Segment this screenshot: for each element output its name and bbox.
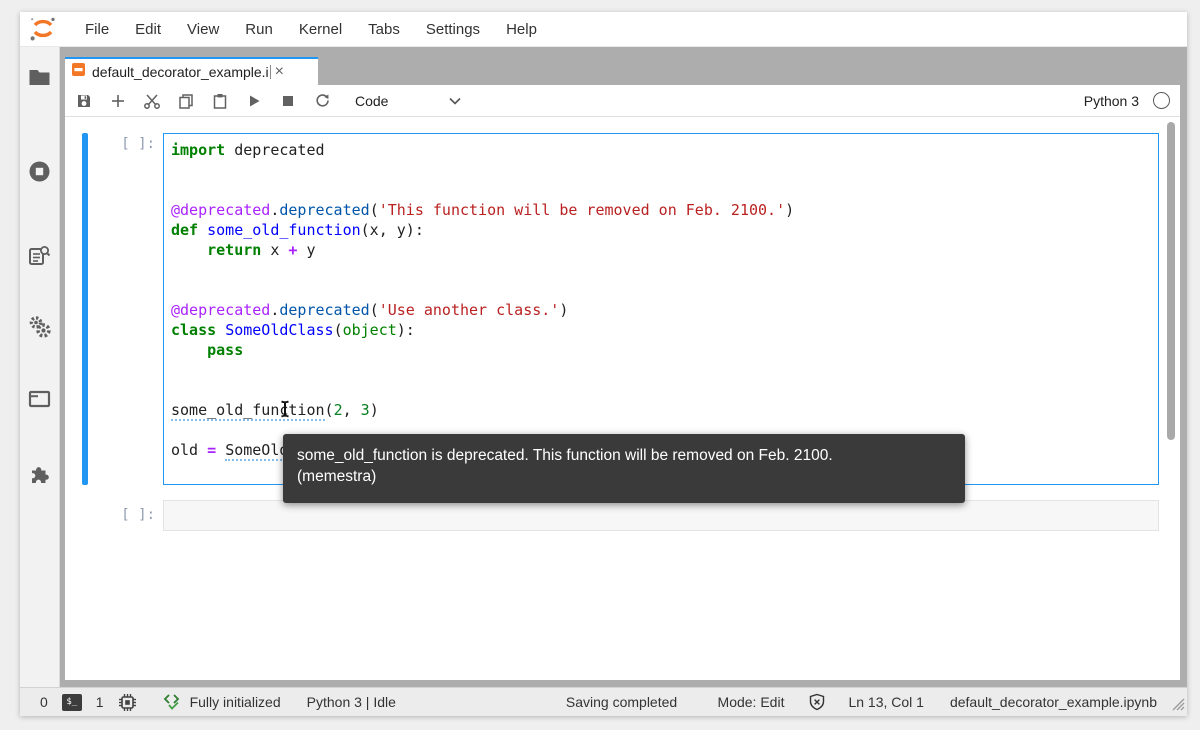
text-cursor-icon <box>279 400 291 418</box>
save-icon[interactable] <box>69 88 99 114</box>
menu-item-file[interactable]: File <box>72 21 122 38</box>
menu-item-view[interactable]: View <box>174 21 232 38</box>
kernel-count: 1 <box>95 694 104 710</box>
status-filename: default_decorator_example.ipynb <box>949 694 1157 710</box>
code-line: pass <box>207 341 244 359</box>
copy-icon[interactable] <box>171 88 201 114</box>
notebook-toolbar: Code Python 3 <box>65 85 1180 117</box>
kernel-idle-indicator-icon <box>1153 92 1170 109</box>
menu-item-run[interactable]: Run <box>232 21 286 38</box>
code-line: class SomeOldClass(object): <box>171 321 415 339</box>
extension-manager-icon[interactable] <box>28 461 52 485</box>
code-line: @deprecated.deprecated('Use another clas… <box>171 301 569 319</box>
mode-indicator[interactable]: Mode: Edit <box>718 694 785 710</box>
notebook-tab[interactable]: default_decorator_example.i × <box>65 57 318 85</box>
cell-type-dropdown-value[interactable]: Code <box>355 93 388 109</box>
resize-grip[interactable] <box>1169 695 1185 714</box>
dock-panel: default_decorator_example.i × Code Pytho… <box>60 47 1187 687</box>
kernel-name-button[interactable]: Python 3 <box>1084 93 1139 109</box>
menu-bar: File Edit View Run Kernel Tabs Settings Help <box>20 12 1187 47</box>
notebook-content: [ ]: import deprecated @deprecated.depre… <box>65 117 1180 680</box>
code-check-icon <box>163 693 183 711</box>
tooltip-line1: some_old_function is deprecated. This fu… <box>297 447 833 464</box>
kernel-chip-icon[interactable] <box>118 693 137 712</box>
code-line: import deprecated <box>171 141 325 159</box>
cell-input-prompt: [ ]: <box>121 136 155 152</box>
status-bar: 0 $_ 1 Fully initialized Python 3 | Idle… <box>20 687 1187 716</box>
settings-gears-icon[interactable] <box>28 315 52 339</box>
tab-title-clip <box>269 65 271 79</box>
cell-collapser[interactable] <box>82 133 88 485</box>
terminal-count: 0 <box>40 694 48 710</box>
init-status: Fully initialized <box>189 694 281 710</box>
shield-x-icon[interactable] <box>808 693 826 711</box>
tab-close-icon[interactable]: × <box>275 64 284 80</box>
terminal-icon[interactable]: $_ <box>61 693 82 711</box>
paste-icon[interactable] <box>205 88 235 114</box>
jupyterlab-window: File Edit View Run Kernel Tabs Settings Help de… <box>20 12 1187 716</box>
menu-item-help[interactable]: Help <box>493 21 550 38</box>
cut-icon[interactable] <box>137 88 167 114</box>
code-line: return x + y <box>207 241 316 259</box>
cursor-position[interactable]: Ln 13, Col 1 <box>848 694 924 710</box>
activity-sidebar <box>20 47 60 687</box>
restart-icon[interactable] <box>307 88 337 114</box>
notebook-scrollbar[interactable] <box>1167 122 1175 440</box>
code-line: @deprecated.deprecated('This function wi… <box>171 201 795 219</box>
running-kernels-icon[interactable] <box>28 159 52 183</box>
menu-item-kernel[interactable]: Kernel <box>286 21 355 38</box>
kernel-status[interactable]: Python 3 | Idle <box>307 694 396 710</box>
stop-icon[interactable] <box>273 88 303 114</box>
save-status: Saving completed <box>565 694 678 710</box>
add-cell-icon[interactable] <box>103 88 133 114</box>
tab-title: default_decorator_example.i <box>92 64 269 80</box>
tooltip-line2: (memestra) <box>297 468 377 485</box>
property-inspector-icon[interactable] <box>28 243 52 267</box>
open-tabs-icon[interactable] <box>28 387 52 411</box>
menu-item-edit[interactable]: Edit <box>122 21 174 38</box>
empty-cell-editor[interactable] <box>163 500 1159 531</box>
code-line: def some_old_function(x, y): <box>171 221 424 239</box>
code-cell-editor[interactable]: import deprecated @deprecated.deprecated… <box>163 133 1159 485</box>
cell-input-prompt-2: [ ]: <box>121 507 155 523</box>
file-browser-icon[interactable] <box>28 65 52 89</box>
menu-item-tabs[interactable]: Tabs <box>355 21 413 38</box>
code-line: some_old_function(2, 3) <box>171 401 379 421</box>
chevron-down-icon[interactable] <box>440 88 470 114</box>
deprecation-tooltip: some_old_function is deprecated. This fu… <box>283 434 965 503</box>
run-icon[interactable] <box>239 88 269 114</box>
menu-item-settings[interactable]: Settings <box>413 21 493 38</box>
notebook-file-icon <box>71 62 86 82</box>
jupyter-logo-icon <box>28 16 58 42</box>
